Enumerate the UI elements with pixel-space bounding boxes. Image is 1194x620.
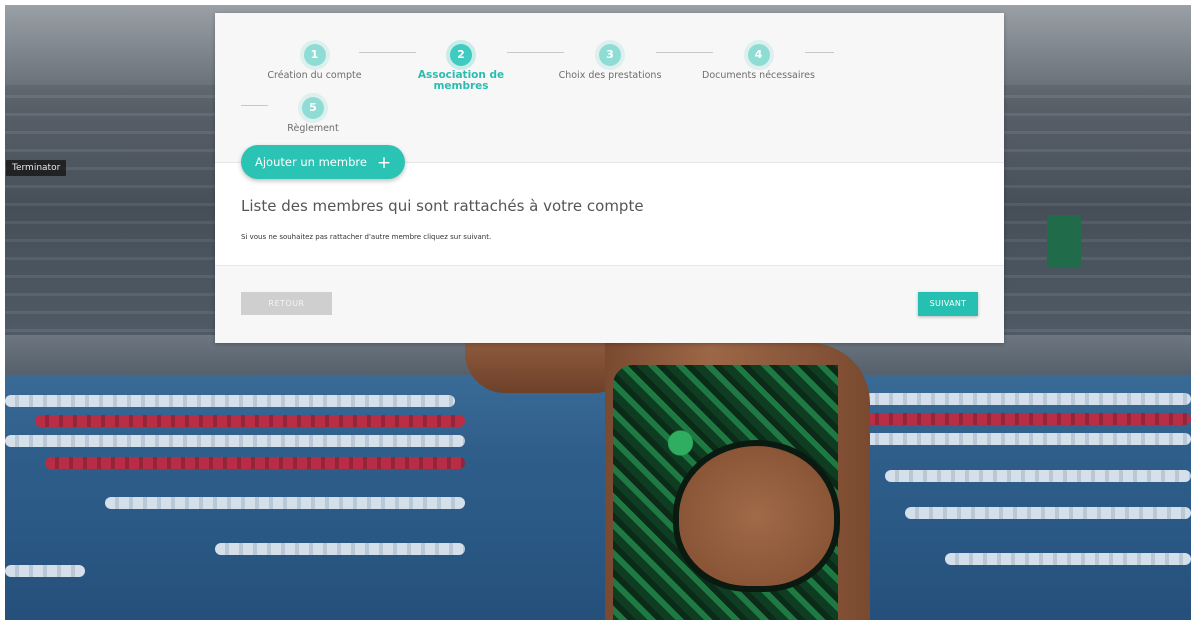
page: Terminator 1 Création du compte 2 Associ… — [0, 0, 1194, 620]
background-swimmer-arm — [465, 343, 625, 393]
members-list-title: Liste des membres qui sont rattachés à v… — [241, 197, 644, 215]
step-label: Choix des prestations — [558, 70, 662, 81]
step-4[interactable]: 4 Documents nécessaires — [695, 44, 822, 81]
step-number: 3 — [599, 44, 621, 66]
lane-rope — [905, 507, 1191, 519]
lane-rope — [215, 543, 465, 555]
lane-rope — [5, 435, 465, 447]
step-label: Règlement — [287, 123, 339, 134]
step-connector — [805, 52, 834, 53]
plus-icon: + — [376, 153, 392, 173]
add-member-label: Ajouter un membre — [255, 155, 367, 169]
lane-rope — [5, 565, 85, 577]
back-button[interactable]: RETOUR — [241, 292, 332, 315]
next-button[interactable]: SUIVANT — [918, 292, 978, 316]
lane-rope — [105, 497, 465, 509]
tooltip-label: Terminator — [6, 160, 67, 176]
lane-rope — [45, 457, 465, 469]
step-connector — [241, 105, 268, 106]
step-number: 1 — [303, 44, 326, 66]
step-label: Association de membres — [417, 69, 505, 92]
step-number: 2 — [450, 44, 472, 66]
step-number: 5 — [302, 97, 324, 119]
step-5[interactable]: 5 Règlement — [273, 97, 353, 134]
step-1[interactable]: 1 Création du compte — [257, 44, 372, 81]
step-2[interactable]: 2 Association de membres — [411, 44, 511, 92]
step-label: Documents nécessaires — [702, 70, 815, 81]
step-label: Création du compte — [267, 70, 362, 81]
card-footer: RETOUR SUIVANT — [215, 266, 1004, 343]
lane-rope — [885, 470, 1191, 482]
lane-rope — [865, 433, 1191, 445]
lane-rope — [5, 395, 455, 407]
lane-rope — [865, 393, 1191, 405]
background-pool — [5, 375, 1191, 620]
registration-card: 1 Création du compte 2 Association de me… — [215, 13, 1004, 343]
members-list-hint: Si vous ne souhaitez pas rattacher d'aut… — [241, 233, 492, 241]
background-bin — [1047, 215, 1081, 267]
step-number: 4 — [747, 44, 770, 66]
stepper: 1 Création du compte 2 Association de me… — [215, 13, 1004, 163]
lane-rope — [865, 413, 1191, 425]
step-connector — [359, 52, 416, 53]
step-3[interactable]: 3 Choix des prestations — [550, 44, 670, 81]
add-member-button[interactable]: Ajouter un membre + — [241, 145, 406, 179]
lane-rope — [945, 553, 1191, 565]
background-swimmer-back — [673, 440, 840, 592]
lane-rope — [35, 415, 465, 427]
